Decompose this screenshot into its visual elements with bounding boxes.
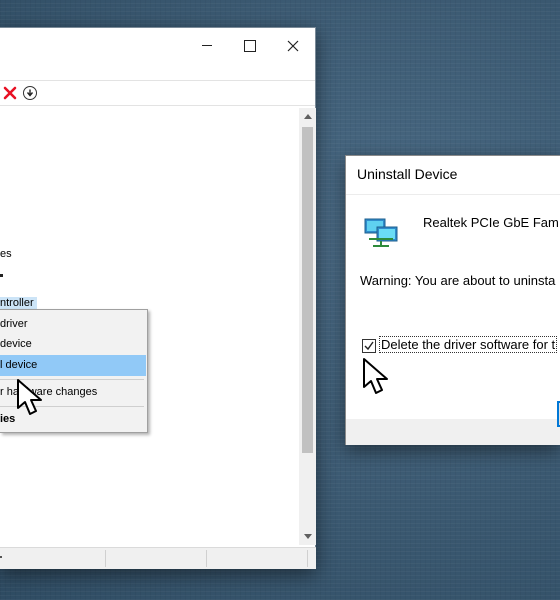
maximize-icon[interactable] [229,28,271,63]
menu-item-uninstall-device[interactable]: l device [0,355,146,376]
scroll-up-icon[interactable] [299,108,316,125]
warning-text: Warning: You are about to uninsta [360,273,556,288]
toolbar [0,80,315,106]
minimize-icon[interactable] [186,28,228,63]
dialog-footer [346,419,560,445]
network-adapter-icon [364,218,398,247]
mouse-cursor-icon [363,358,388,394]
title-bar [0,28,315,63]
download-arrow-icon[interactable] [23,86,37,100]
red-x-icon[interactable] [2,85,18,101]
close-icon[interactable] [272,28,314,63]
delete-driver-label[interactable]: Delete the driver software for t [378,336,558,353]
tree-item-fragment [0,274,3,277]
tree-item-network-controller[interactable]: ntroller [0,297,37,309]
status-cell [0,550,106,567]
dialog-title: Uninstall Device [357,166,458,182]
mouse-cursor-icon [17,379,42,415]
status-cell [107,550,207,567]
scroll-down-icon[interactable] [299,528,316,545]
vertical-scrollbar[interactable] [299,108,316,545]
device-name: Realtek PCIe GbE Fam [423,215,559,230]
tree-item-fragment[interactable]: es [0,248,12,260]
delete-driver-checkbox[interactable] [362,339,376,353]
status-cell [208,550,308,567]
device-manager-window [0,27,316,569]
status-bar [0,547,316,569]
checkmark-icon [364,341,374,351]
menu-item-disable-device[interactable]: device [0,334,146,355]
scroll-thumb[interactable] [302,127,313,453]
menu-item-update-driver[interactable]: driver [0,314,146,335]
uninstall-device-dialog: Uninstall Device Realtek PCIe GbE Fam Wa… [345,155,560,445]
